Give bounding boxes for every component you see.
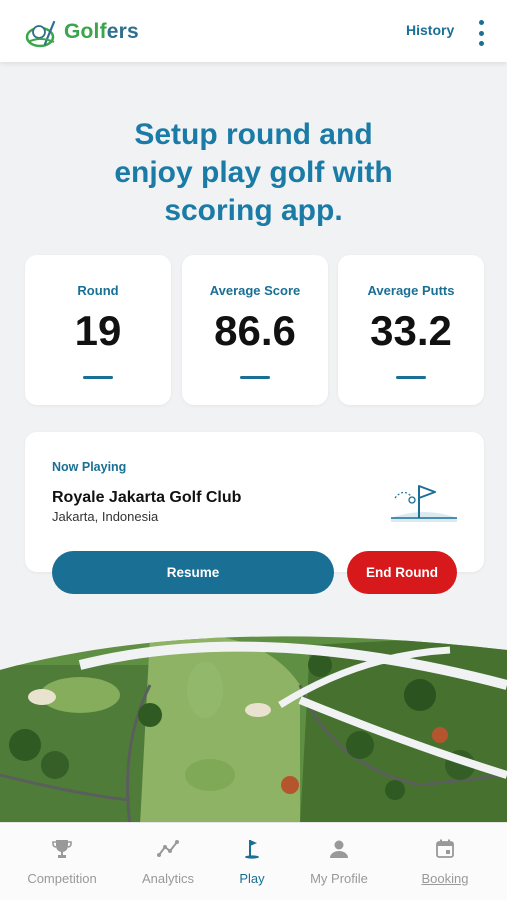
stat-divider: [396, 376, 426, 379]
person-icon: [330, 840, 348, 858]
more-vert-icon[interactable]: [473, 20, 489, 46]
nav-item-play[interactable]: Play: [227, 823, 277, 900]
nav-item-competition[interactable]: Competition: [22, 823, 102, 900]
stat-label: Average Putts: [367, 283, 455, 298]
golf-course-aerial-image: [0, 636, 507, 825]
nav-item-label: Competition: [27, 871, 97, 886]
app-brand: Golfers: [64, 20, 139, 44]
end-round-button[interactable]: End Round: [347, 551, 457, 594]
club-location: Jakarta, Indonesia: [52, 509, 159, 524]
analytics-icon: [157, 840, 179, 857]
stat-value: 86.6: [214, 307, 296, 354]
stat-value: 19: [74, 307, 122, 354]
now-playing-label: Now Playing: [52, 460, 127, 474]
stat-card-average-putts: Average Putts 33.2: [338, 255, 484, 405]
nav-item-label: My Profile: [310, 871, 368, 886]
brand-part-2: ers: [106, 20, 139, 43]
stat-card-average-score: Average Score 86.6: [182, 255, 328, 405]
nav-item-analytics[interactable]: Analytics: [133, 823, 203, 900]
stat-label: Round: [77, 283, 119, 298]
stat-divider: [83, 376, 113, 379]
brand-part-1: Golf: [64, 20, 107, 43]
stat-divider: [240, 376, 270, 379]
nav-item-label: Play: [239, 871, 265, 886]
page-headline: Setup round and enjoy play golf with sco…: [0, 116, 507, 230]
club-name: Royale Jakarta Golf Club: [52, 489, 242, 506]
app-header: Golfers History: [0, 0, 507, 62]
golf-flag-icon: [245, 840, 259, 859]
history-link[interactable]: History: [406, 22, 454, 38]
stat-card-round: Round 19: [25, 255, 171, 405]
golf-ball-logo-icon: [25, 20, 56, 48]
nav-item-my-profile[interactable]: My Profile: [302, 823, 376, 900]
bottom-navigation: Competition Analytics Play My Profile Bo…: [0, 822, 507, 900]
nav-item-label: Analytics: [141, 871, 195, 886]
resume-button[interactable]: Resume: [52, 551, 334, 594]
trophy-icon: [52, 840, 72, 858]
stat-value: 33.2: [370, 307, 452, 354]
stat-label: Average Score: [209, 283, 301, 298]
headline-line-3: scoring app.: [164, 194, 343, 227]
nav-item-booking[interactable]: Booking: [410, 823, 480, 900]
headline-line-1: Setup round and: [134, 118, 373, 151]
headline-line-2: enjoy play golf with: [114, 156, 393, 189]
nav-item-label: Booking: [421, 871, 469, 886]
calendar-icon: [436, 839, 454, 858]
golf-flag-icon: [391, 485, 457, 522]
